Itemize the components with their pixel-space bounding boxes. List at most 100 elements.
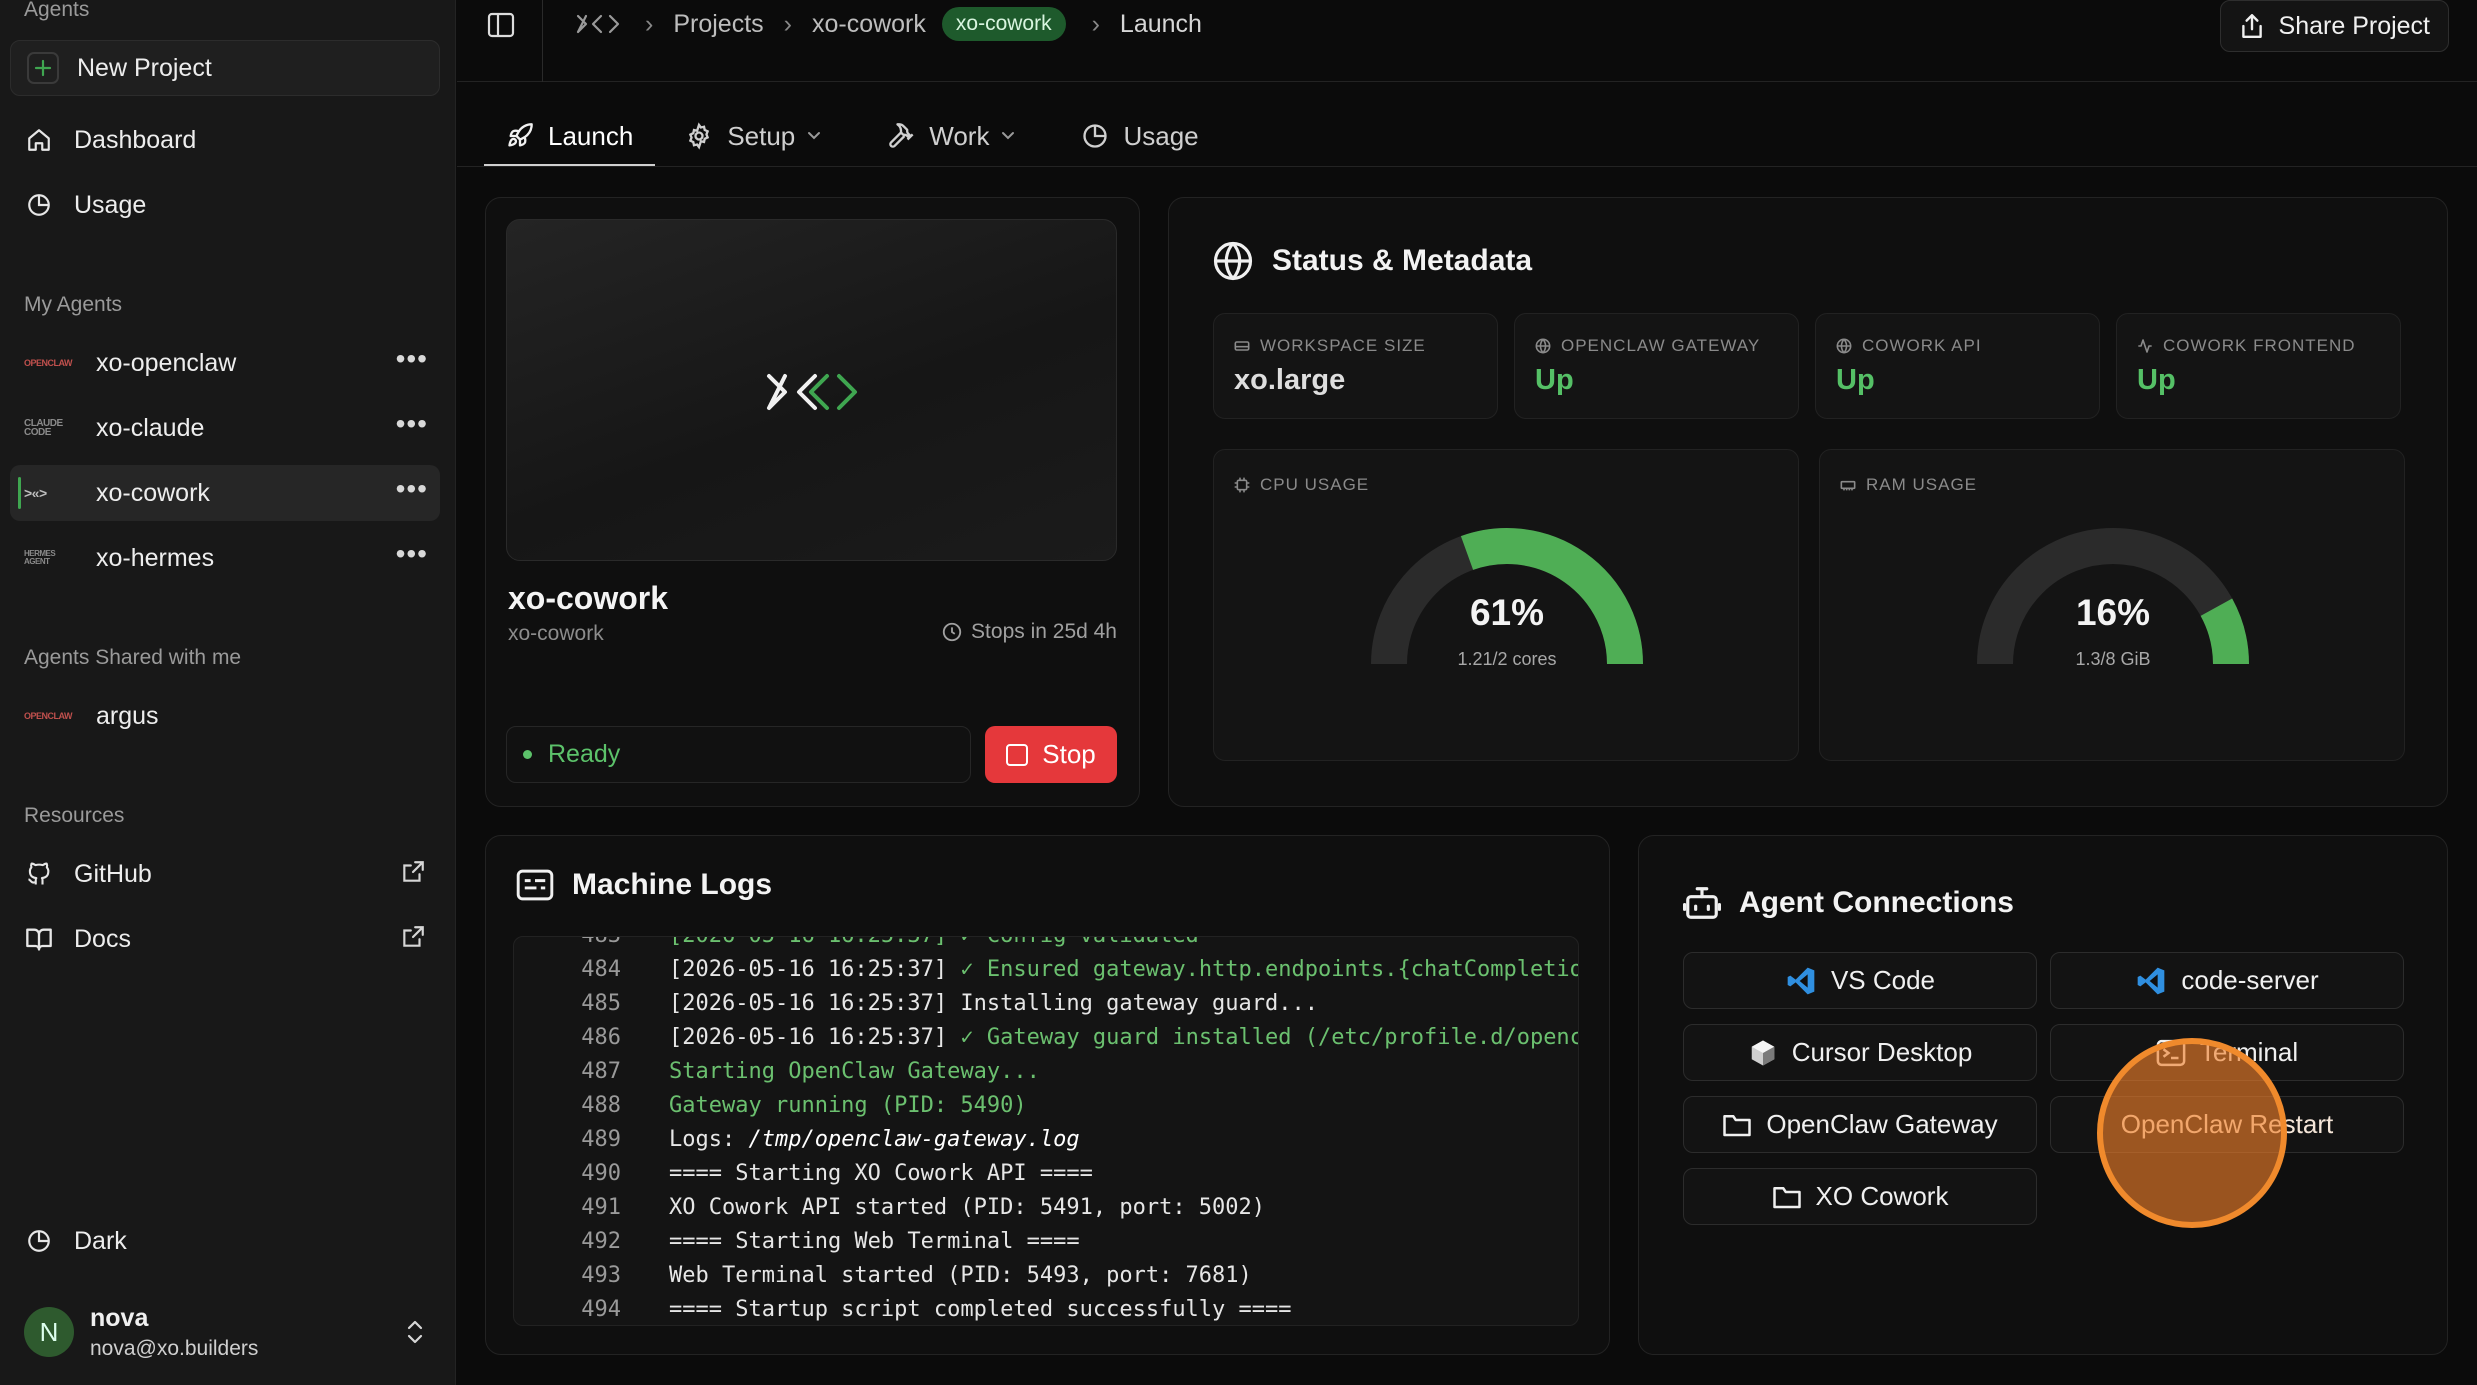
connections-title: Agent Connections (1683, 884, 2014, 922)
agents-section-label: Agents (24, 0, 90, 21)
topbar: › Projects › xo-cowork xo-cowork › Launc… (457, 0, 2477, 82)
user-name: nova (90, 1303, 149, 1332)
stop-button[interactable]: Stop (985, 726, 1117, 783)
sidebar-toggle-icon[interactable] (487, 12, 515, 38)
ram-usage-panel: RAM USAGE 16% 1.3/8 GiB (1819, 449, 2405, 761)
stop-label: Stop (1042, 739, 1096, 769)
github-icon (24, 859, 54, 889)
chevron-right-icon: › (645, 9, 654, 38)
sidebar-item-label: Docs (74, 924, 131, 953)
status-label: Ready (548, 740, 621, 768)
project-name: xo-cowork (508, 580, 669, 616)
divider (542, 0, 543, 82)
vscode-button[interactable]: VS Code (1683, 952, 2037, 1009)
active-indicator (18, 477, 21, 509)
globe-icon (1836, 338, 1852, 354)
xo-cowork-label: XO Cowork (1815, 1181, 1949, 1211)
resources-section-label: Resources (24, 804, 125, 827)
code-server-button[interactable]: code-server (2050, 952, 2404, 1009)
meta-openclaw-gateway: OPENCLAW GATEWAY Up (1514, 313, 1799, 419)
stop-timer-label: Stops in 25d 4h (971, 620, 1117, 643)
book-icon (24, 924, 54, 954)
openclaw-gateway-button[interactable]: OpenClaw Gateway (1683, 1096, 2037, 1153)
sidebar-item-docs[interactable]: Docs (10, 911, 440, 967)
sidebar-agent-xo-claude[interactable]: CLAUDE CODE xo-claude ••• (10, 400, 440, 456)
project-badge: xo-cowork (941, 7, 1066, 41)
plus-icon (27, 52, 59, 84)
divider (457, 166, 2477, 167)
ram-detail: 1.3/8 GiB (2075, 649, 2151, 669)
theme-label: Dark (74, 1226, 127, 1255)
logs-title: Machine Logs (516, 868, 772, 902)
share-project-label: Share Project (2278, 11, 2430, 40)
ram-percent: 16% (2075, 592, 2151, 633)
breadcrumb-project[interactable]: xo-cowork (812, 10, 926, 39)
sidebar-item-label: xo-hermes (96, 543, 215, 572)
sidebar-item-usage[interactable]: Usage (10, 177, 440, 233)
more-options-icon[interactable]: ••• (396, 345, 428, 373)
sidebar-agent-xo-openclaw[interactable]: OPENCLAW xo-openclaw ••• (10, 335, 440, 391)
chevrons-up-down-icon (404, 1318, 426, 1346)
claude-code-logo-icon: CLAUDE CODE (24, 418, 63, 438)
meta-workspace-size: WORKSPACE SIZE xo.large (1213, 313, 1498, 419)
xo-logo-icon (763, 370, 863, 414)
rocket-icon (508, 123, 533, 147)
hard-drive-icon (1234, 341, 1250, 351)
user-menu[interactable]: N nova nova@xo.builders (10, 1296, 440, 1368)
sidebar-item-label: Dashboard (74, 125, 197, 154)
user-info: nova nova@xo.builders (90, 1304, 258, 1361)
tab-label: Launch (548, 120, 634, 151)
meta-cowork-api: COWORK API Up (1815, 313, 2100, 419)
avatar: N (24, 1307, 74, 1357)
sidebar-item-label: xo-openclaw (96, 348, 237, 377)
breadcrumb-projects[interactable]: Projects (673, 10, 763, 39)
new-project-button[interactable]: New Project (10, 40, 440, 96)
gear-icon (689, 122, 710, 150)
tab-launch[interactable]: Launch (484, 105, 656, 167)
hammer-icon (889, 123, 914, 148)
user-email: nova@xo.builders (90, 1336, 259, 1360)
cursor-desktop-button[interactable]: Cursor Desktop (1683, 1024, 2037, 1081)
chevron-right-icon: › (783, 9, 792, 38)
openclaw-gateway-label: OpenClaw Gateway (1766, 1109, 1998, 1139)
sidebar-agent-argus[interactable]: OPENCLAW argus (10, 688, 440, 744)
meta-label: CPU USAGE (1234, 475, 1369, 495)
more-options-icon[interactable]: ••• (396, 540, 428, 568)
status-title-text: Status & Metadata (1272, 244, 1533, 277)
tab-setup[interactable]: Setup (663, 105, 857, 167)
sidebar-item-github[interactable]: GitHub (10, 846, 440, 902)
chevron-down-icon (808, 132, 821, 140)
sidebar-item-label: argus (96, 701, 159, 730)
sidebar-agent-xo-hermes[interactable]: HERMES AGENT xo-hermes ••• (10, 530, 440, 586)
xo-cowork-button[interactable]: XO Cowork (1683, 1168, 2037, 1225)
tab-usage[interactable]: Usage (1059, 105, 1220, 167)
xo-logo-icon[interactable] (575, 12, 625, 36)
activity-icon (2138, 339, 2152, 353)
meta-label: RAM USAGE (1840, 475, 1977, 495)
tab-label: Usage (1123, 120, 1199, 151)
meta-value: Up (1836, 364, 1875, 396)
more-options-icon[interactable]: ••• (396, 410, 428, 438)
more-options-icon[interactable]: ••• (396, 475, 428, 503)
cpu-usage-panel: CPU USAGE 61% 1.21/2 cores (1213, 449, 1799, 761)
log-viewer[interactable]: 483 [2026-05-16 16:25:37] ✓ Config valid… (513, 936, 1579, 1326)
meta-value: Up (1535, 364, 1574, 396)
sidebar-item-label: GitHub (74, 859, 152, 888)
tab-bar: Launch Setup Work Usage (484, 105, 1229, 167)
cpu-detail: 1.21/2 cores (1457, 649, 1557, 669)
external-link-icon (400, 859, 426, 885)
bot-icon (1683, 887, 1721, 919)
project-subtitle: xo-cowork (508, 622, 604, 645)
status-title: Status & Metadata (1212, 240, 1532, 282)
connections-title-text: Agent Connections (1739, 886, 2014, 919)
theme-toggle[interactable]: Dark (10, 1213, 440, 1269)
sidebar-item-label: xo-claude (96, 413, 205, 442)
sidebar-agent-xo-cowork[interactable]: >«> xo-cowork ••• (10, 465, 440, 521)
sidebar: Agents New Project Dashboard Usage My Ag… (0, 0, 456, 1385)
stop-timer: Stops in 25d 4h (941, 620, 1117, 644)
sidebar-item-dashboard[interactable]: Dashboard (10, 112, 440, 168)
tab-work[interactable]: Work (865, 105, 1051, 167)
chevron-down-icon (1002, 132, 1015, 140)
breadcrumb-current: Launch (1119, 9, 1202, 38)
share-project-button[interactable]: Share Project (2219, 0, 2449, 52)
